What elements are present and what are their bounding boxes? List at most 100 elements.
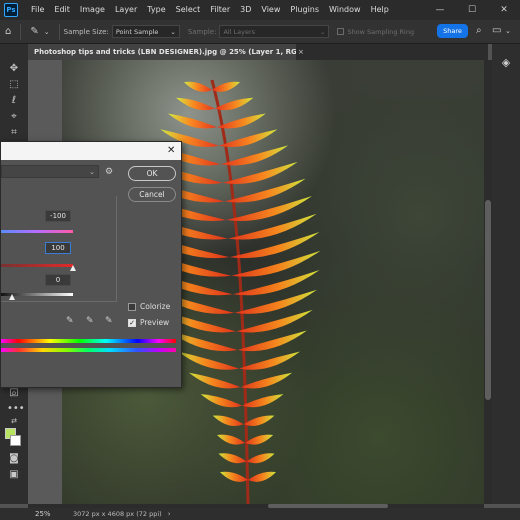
gear-icon[interactable]: ⚙ (105, 167, 113, 177)
hue-slider-track[interactable] (1, 230, 73, 233)
background-color-swatch[interactable] (10, 435, 21, 446)
fern-leaflet (189, 372, 241, 389)
menu-layer[interactable]: Layer (110, 0, 142, 20)
eyedropper-icon[interactable]: ✎ (66, 316, 74, 326)
fern-leaflet (176, 97, 215, 111)
preview-label: Preview (140, 318, 170, 327)
saturation-slider-track[interactable] (1, 264, 73, 267)
menu-view[interactable]: View (256, 0, 285, 20)
minimize-button[interactable]: — (424, 5, 456, 15)
crop-tool-icon[interactable]: ⌗ (7, 126, 21, 140)
menu-plugins[interactable]: Plugins (285, 0, 324, 20)
show-sampling-ring-label: Show Sampling Ring (347, 27, 415, 36)
fern-leaflet (220, 471, 248, 482)
sample-size-value: Point Sample (115, 27, 159, 36)
sample-size-select[interactable]: Point Sample ⌄ (111, 25, 180, 38)
quick-select-tool-icon[interactable]: ⌖ (7, 110, 21, 124)
document-tab[interactable]: Photoshop tips and tricks (LBN DESIGNER)… (28, 44, 296, 60)
show-sampling-ring-checkbox[interactable] (337, 28, 345, 35)
window-controls: — ☐ ✕ (424, 5, 520, 15)
fern-leaflet (167, 113, 217, 129)
menu-type[interactable]: Type (142, 0, 170, 20)
chevron-down-icon: ⌄ (170, 27, 176, 36)
input-color-spectrum (1, 339, 176, 343)
menu-bar: Ps File Edit Image Layer Type Select Fil… (0, 0, 520, 20)
menu-file[interactable]: File (26, 0, 49, 20)
workspace-icon[interactable]: ▭ (492, 25, 501, 36)
fern-leaflet (245, 434, 274, 445)
photoshop-logo: Ps (4, 3, 18, 17)
menu-image[interactable]: Image (75, 0, 110, 20)
eyedropper-minus-icon[interactable]: ✎ (105, 316, 113, 326)
preview-checkbox[interactable]: ✓ (128, 319, 136, 327)
cancel-button[interactable]: Cancel (128, 187, 176, 202)
dialog-titlebar[interactable]: ✕ (1, 142, 181, 160)
screen-mode-icon[interactable]: ▣ (7, 468, 21, 482)
tool-preset-chevron-icon[interactable]: ⌄ (44, 28, 50, 36)
sample-select[interactable]: All Layers ⌄ (219, 25, 330, 38)
home-icon[interactable]: ⌂ (5, 26, 11, 37)
fern-leaflet (237, 330, 307, 352)
fern-leaflet (178, 351, 240, 370)
vertical-scrollbar[interactable] (484, 60, 492, 504)
sample-value: All Layers (223, 27, 256, 36)
quick-mask-icon[interactable]: ◙ (7, 452, 21, 466)
fern-leaflet (218, 453, 247, 464)
menu-filter[interactable]: Filter (205, 0, 235, 20)
fern-leaflet (200, 394, 243, 408)
share-button[interactable]: Share (437, 24, 468, 38)
fern-leaflet (184, 81, 212, 92)
fern-leaflet (214, 97, 254, 111)
zoom-level[interactable]: 25% (35, 510, 73, 518)
chevron-down-icon: ⌄ (89, 168, 95, 176)
swap-colors-icon[interactable]: ⇄ (7, 414, 21, 428)
sample-size-label: Sample Size: (63, 27, 109, 36)
dialog-close-icon[interactable]: ✕ (167, 143, 175, 159)
eyedropper-tool-icon[interactable]: ✎ (30, 26, 38, 37)
menu-window[interactable]: Window (324, 0, 366, 20)
menu-3d[interactable]: 3D (235, 0, 256, 20)
menu-help[interactable]: Help (366, 0, 394, 20)
preset-select[interactable]: ⌄ (1, 165, 99, 178)
layers-icon[interactable]: ◈ (499, 56, 513, 70)
fern-leaflet (242, 394, 284, 408)
output-color-spectrum (1, 348, 176, 352)
marquee-tool-icon[interactable]: ⬚ (7, 78, 21, 92)
search-icon[interactable]: ⌕ (476, 25, 482, 36)
vertical-scroll-thumb[interactable] (485, 200, 491, 400)
fern-leaflet (239, 351, 301, 370)
close-tab-icon[interactable]: × (298, 44, 304, 60)
document-tab-bar: Photoshop tips and tricks (LBN DESIGNER)… (28, 44, 488, 60)
lightness-value-field[interactable]: 0 (45, 274, 71, 286)
lasso-tool-icon[interactable]: ℓ (7, 94, 21, 108)
fern-leaflet (248, 471, 276, 482)
workspace-chevron-icon[interactable]: ⌄ (505, 27, 511, 35)
fern-leaflet (216, 113, 266, 129)
options-divider (58, 23, 60, 40)
move-tool-icon[interactable]: ✥ (7, 62, 21, 76)
fern-leaflet (217, 434, 246, 445)
colorize-label: Colorize (140, 302, 171, 311)
chevron-down-icon: ⌄ (319, 27, 326, 36)
hue-value-field[interactable]: -100 (45, 210, 71, 222)
hue-saturation-dialog: ✕ ⌄ ⚙ OK Cancel -100 100 0 ✎ ✎ ✎ Coloriz… (0, 141, 182, 388)
close-window-button[interactable]: ✕ (488, 5, 520, 15)
lightness-slider-thumb[interactable] (9, 294, 15, 300)
fern-leaflet (218, 129, 278, 147)
saturation-slider-thumb[interactable] (70, 265, 76, 271)
ok-button[interactable]: OK (128, 166, 176, 181)
status-menu-icon[interactable]: › (168, 510, 171, 518)
options-bar: ⌂ ✎ ⌄ Sample Size: Point Sample ⌄ Sample… (0, 20, 520, 44)
fern-leaflet (220, 145, 289, 166)
document-info: 3072 px x 4608 px (72 ppi) (73, 510, 162, 518)
colorize-checkbox[interactable] (128, 303, 136, 311)
menu-edit[interactable]: Edit (49, 0, 75, 20)
menu-select[interactable]: Select (171, 0, 206, 20)
fern-leaflet (246, 453, 275, 464)
maximize-button[interactable]: ☐ (456, 5, 488, 15)
zoom-tool-icon[interactable]: ⌕ (7, 387, 21, 401)
eyedropper-plus-icon[interactable]: ✎ (86, 316, 94, 326)
saturation-value-field[interactable]: 100 (45, 242, 71, 254)
fern-leaflet (212, 415, 244, 427)
status-bar: 25% 3072 px x 4608 px (72 ppi) › (0, 508, 520, 520)
